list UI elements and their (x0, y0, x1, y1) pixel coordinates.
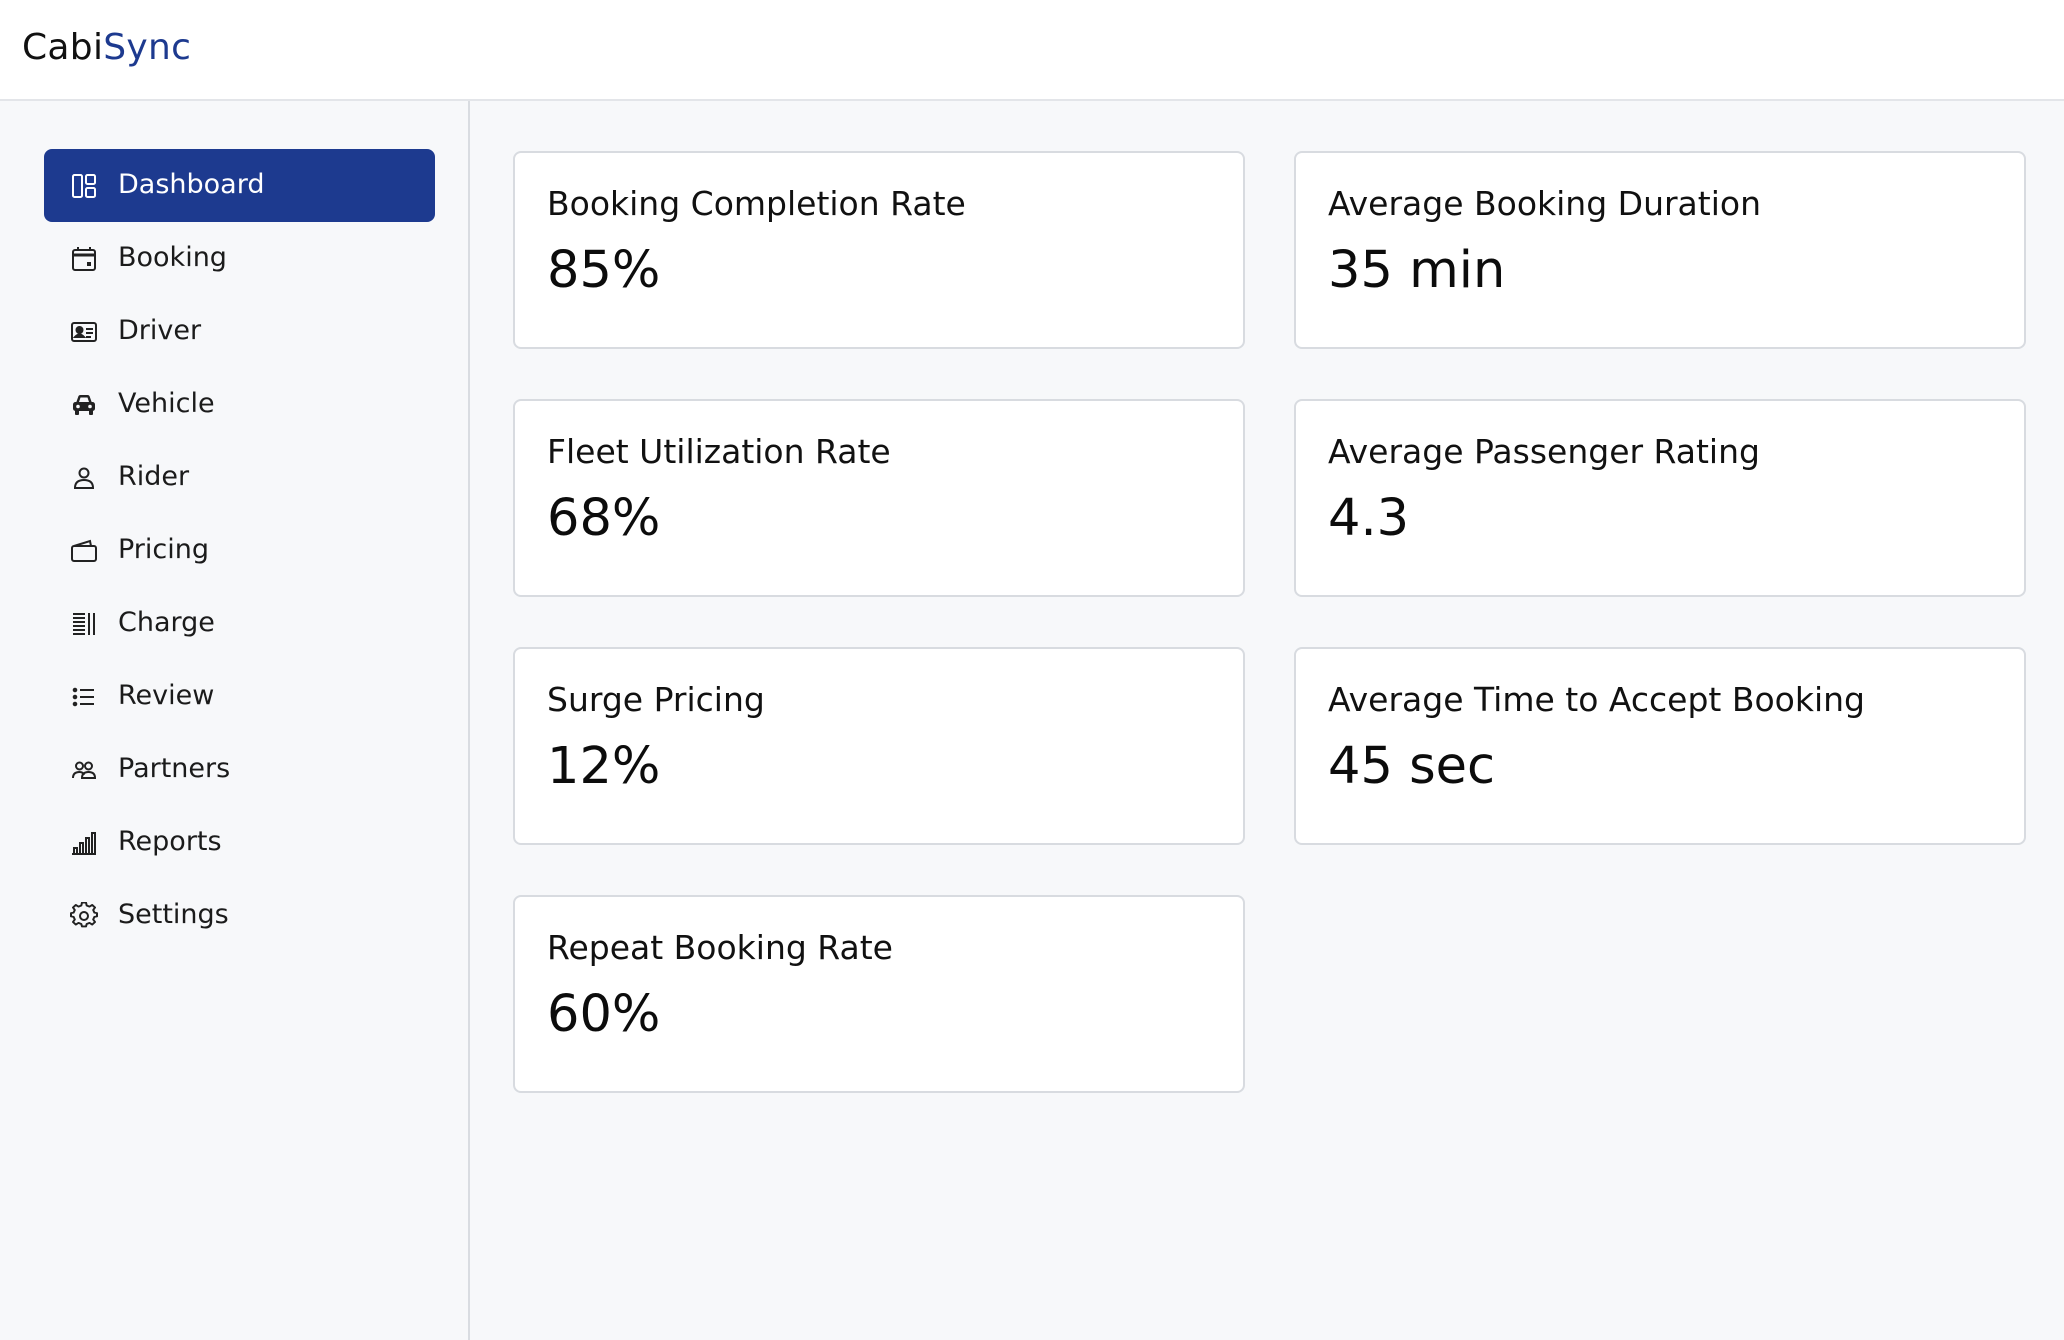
wallet-icon (70, 537, 98, 565)
sidebar-item-label: Vehicle (118, 388, 215, 419)
app-logo[interactable]: CabiSync (22, 26, 191, 70)
metric-card-average-booking-duration: Average Booking Duration 35 min (1294, 151, 2026, 349)
sidebar-item-label: Settings (118, 899, 229, 930)
sidebar-item-label: Review (118, 680, 215, 711)
metric-card-average-time-to-accept-booking: Average Time to Accept Booking 45 sec (1294, 647, 2026, 845)
sidebar-item-label: Partners (118, 753, 231, 784)
list-icon (70, 683, 98, 711)
calendar-icon (70, 245, 98, 273)
dashboard-main: Booking Completion Rate 85% Average Book… (470, 101, 2064, 1340)
car-icon (70, 391, 98, 419)
sidebar-item-reports[interactable]: Reports (44, 806, 435, 879)
logo-text-sync: Sync (103, 27, 192, 68)
metric-value: 60% (547, 985, 661, 1044)
metric-title: Fleet Utilization Rate (547, 432, 891, 471)
sidebar-item-driver[interactable]: Driver (44, 295, 435, 368)
receipt-icon (70, 610, 98, 638)
metric-value: 85% (547, 241, 661, 300)
sidebar-item-label: Pricing (118, 534, 210, 565)
users-icon (70, 756, 98, 784)
sidebar-item-partners[interactable]: Partners (44, 733, 435, 806)
sidebar-item-dashboard[interactable]: Dashboard (44, 149, 435, 222)
metric-value: 4.3 (1328, 489, 1410, 548)
metric-title: Surge Pricing (547, 680, 765, 719)
metric-value: 12% (547, 737, 661, 796)
logo-text-cabi: Cabi (22, 27, 104, 68)
gear-icon (70, 902, 98, 930)
dashboard-icon (70, 172, 98, 200)
sidebar-item-charge[interactable]: Charge (44, 587, 435, 660)
sidebar-item-pricing[interactable]: Pricing (44, 514, 435, 587)
metric-value: 68% (547, 489, 661, 548)
sidebar-item-review[interactable]: Review (44, 660, 435, 733)
user-icon (70, 464, 98, 492)
sidebar-item-rider[interactable]: Rider (44, 441, 435, 514)
sidebar-item-label: Driver (118, 315, 202, 346)
bar-chart-icon (70, 829, 98, 857)
sidebar-item-label: Charge (118, 607, 215, 638)
metric-title: Repeat Booking Rate (547, 928, 893, 967)
metric-card-booking-completion-rate: Booking Completion Rate 85% (513, 151, 1245, 349)
metric-title: Average Time to Accept Booking (1328, 680, 1865, 719)
sidebar-item-label: Dashboard (118, 169, 265, 200)
sidebar-item-vehicle[interactable]: Vehicle (44, 368, 435, 441)
metric-title: Average Booking Duration (1328, 184, 1761, 223)
metric-value: 35 min (1328, 241, 1506, 300)
sidebar-item-settings[interactable]: Settings (44, 879, 435, 952)
sidebar-item-label: Reports (118, 826, 222, 857)
metric-card-average-passenger-rating: Average Passenger Rating 4.3 (1294, 399, 2026, 597)
metric-card-surge-pricing: Surge Pricing 12% (513, 647, 1245, 845)
metric-card-fleet-utilization-rate: Fleet Utilization Rate 68% (513, 399, 1245, 597)
metric-title: Booking Completion Rate (547, 184, 966, 223)
sidebar-item-label: Rider (118, 461, 190, 492)
sidebar-item-label: Booking (118, 242, 227, 273)
metric-card-repeat-booking-rate: Repeat Booking Rate 60% (513, 895, 1245, 1093)
metric-value: 45 sec (1328, 737, 1496, 796)
sidebar-item-booking[interactable]: Booking (44, 222, 435, 295)
metric-title: Average Passenger Rating (1328, 432, 1760, 471)
sidebar: Dashboard Booking Driver Vehicle Rider P… (0, 101, 470, 1340)
top-bar: CabiSync (0, 0, 2064, 101)
id-card-icon (70, 318, 98, 346)
